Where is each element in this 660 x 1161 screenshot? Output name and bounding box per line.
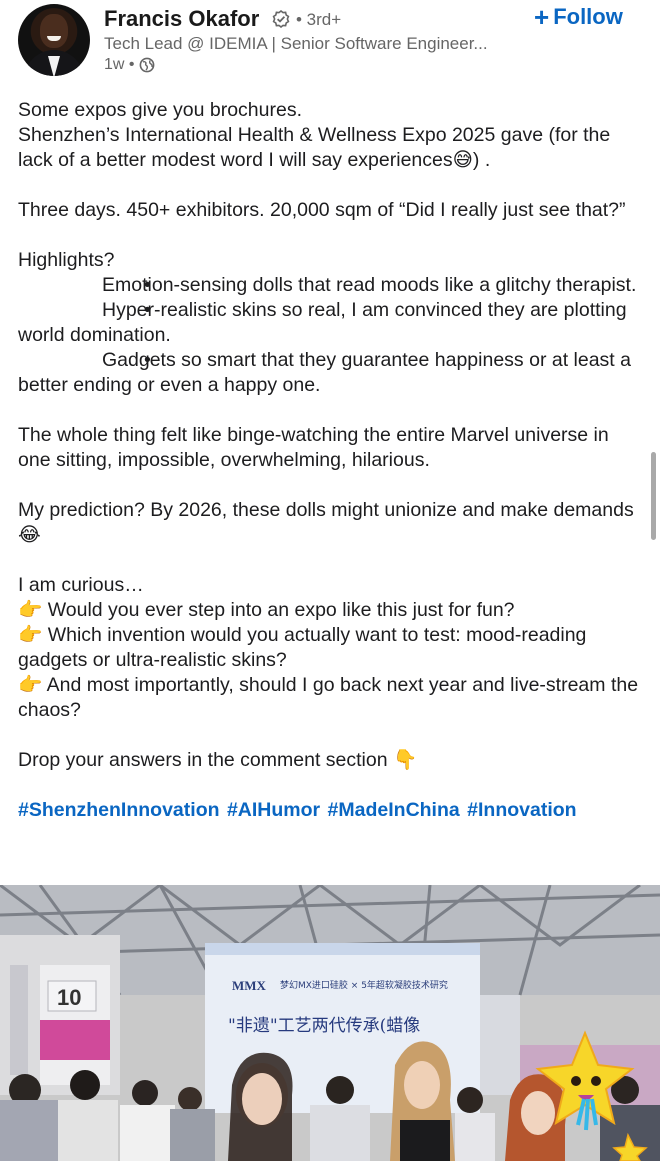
post-line: Three days. 450+ exhibitors. 20,000 sqm … <box>18 199 626 221</box>
follow-button[interactable]: + Follow <box>534 4 623 30</box>
bullet-item: •Gadgets so smart that they guarantee ha… <box>18 349 631 396</box>
post-time: 1w • <box>104 56 135 73</box>
globe-icon <box>139 57 154 73</box>
post-meta: 1w • <box>104 56 155 74</box>
post-image[interactable]: 10 MMX 梦幻MX进口硅胶 × 5年超软凝胶技术研究 "非遗"工艺两代传承(… <box>0 885 660 1161</box>
hashtag-link[interactable]: #AIHumor <box>227 799 320 821</box>
post-body: Some expos give you brochures. Shenzhen’… <box>18 98 642 823</box>
connection-degree: • 3rd+ <box>296 10 342 29</box>
bullet-item: •Hyper-realistic skins so real, I am con… <box>18 299 627 346</box>
question-item: 👉 Would you ever step into an expo like … <box>18 599 515 621</box>
expo-photo: 10 MMX 梦幻MX进口硅胶 × 5年超软凝胶技术研究 "非遗"工艺两代传承(… <box>0 885 660 1161</box>
plus-icon: + <box>534 2 550 32</box>
question-item: 👉 And most importantly, should I go back… <box>18 674 639 721</box>
bullet-item: •Emotion-sensing dolls that read moods l… <box>102 274 637 296</box>
post-line: Drop your answers in the comment section… <box>18 749 418 771</box>
post-line: Some expos give you brochures. <box>18 99 302 121</box>
follow-label: Follow <box>553 4 623 29</box>
question-item: 👉 Which invention would you actually wan… <box>18 624 587 671</box>
post-line: Shenzhen’s International Health & Wellne… <box>18 124 611 171</box>
hashtag-link[interactable]: #MadeInChina <box>328 799 460 821</box>
author-headline: Tech Lead @ IDEMIA | Senior Software Eng… <box>104 34 488 53</box>
post-line: The whole thing felt like binge-watching… <box>18 424 609 471</box>
hashtags: #ShenzhenInnovation #AIHumor #MadeInChin… <box>18 798 642 823</box>
post-line: I am curious… <box>18 574 144 596</box>
scrollbar[interactable] <box>651 452 656 540</box>
highlights-heading: Highlights? <box>18 249 115 271</box>
post-line: My prediction? By 2026, these dolls migh… <box>18 499 634 546</box>
booth-number: 10 <box>57 985 81 1010</box>
author-name[interactable]: Francis Okafor <box>104 6 259 32</box>
banner-line2: "非遗"工艺两代传承(蜡像 <box>228 1016 420 1036</box>
banner-brand: MMX <box>232 978 267 993</box>
hashtag-link[interactable]: #Innovation <box>467 799 576 821</box>
post-header: Francis Okafor • 3rd+ Tech Lead @ IDEMIA… <box>0 0 660 90</box>
banner-line1: 梦幻MX进口硅胶 × 5年超软凝胶技术研究 <box>280 979 448 991</box>
verified-icon <box>272 10 290 28</box>
avatar[interactable] <box>18 4 90 76</box>
hashtag-link[interactable]: #ShenzhenInnovation <box>18 799 220 821</box>
